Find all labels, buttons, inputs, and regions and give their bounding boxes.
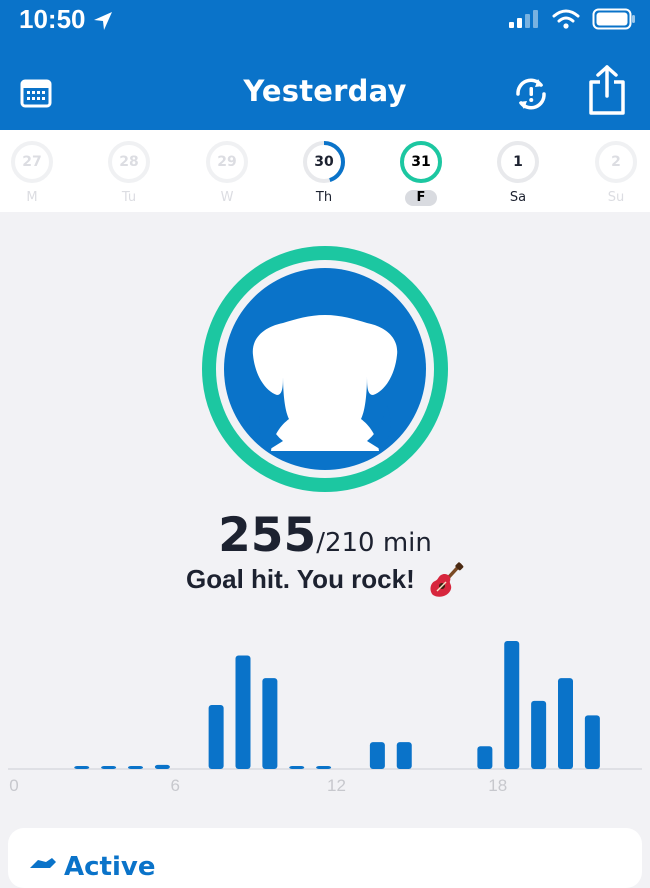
day-28[interactable]: 28 Tu [105, 140, 153, 206]
day-29[interactable]: 29 W [203, 140, 251, 206]
day-number: 28 [119, 154, 139, 170]
day-label: W [220, 190, 234, 205]
chart-bar [262, 678, 278, 769]
day-label: Tu [121, 190, 137, 205]
chart-bar [558, 678, 573, 769]
clock-text: 10:50 [19, 4, 86, 34]
day-label: Sa [509, 190, 527, 205]
activity-bar-chart: 0 6 12 18 [8, 641, 642, 795]
day-progress-ring: 30 [302, 140, 346, 184]
chart-bar [477, 746, 493, 769]
goal-progress-ring [201, 245, 449, 493]
status-icons [508, 8, 636, 30]
x-tick-label: 0 [9, 776, 18, 795]
chart-bar [128, 766, 143, 769]
day-progress-ring: 29 [205, 140, 249, 184]
app-header: 10:50 Yesterday [0, 0, 650, 130]
goal-message: Goal hit. You rock! [0, 562, 650, 600]
day-30[interactable]: 30 Th [300, 140, 348, 206]
chart-bar [504, 641, 520, 769]
day-label: Th [315, 190, 333, 205]
location-arrow-icon [93, 12, 112, 31]
chart-bar [208, 705, 224, 769]
chart-bar [154, 764, 170, 769]
goal-message-text: Goal hit. You rock! [186, 563, 415, 594]
day-label: Su [607, 190, 625, 205]
day-number: 27 [22, 154, 42, 170]
day-number: 31 [411, 154, 431, 170]
day-label: M [26, 190, 38, 205]
x-tick-label: 12 [327, 776, 346, 795]
day-progress-ring: 1 [496, 140, 540, 184]
page-title: Yesterday [243, 74, 407, 108]
chart-bar [396, 742, 412, 769]
active-section-card[interactable]: Active [8, 828, 642, 888]
day-27[interactable]: 27 M [8, 140, 56, 206]
running-dog-icon [30, 858, 56, 868]
status-bar-time: 10:50 [19, 4, 114, 35]
day-number: 2 [611, 154, 621, 170]
chart-bar [235, 655, 251, 769]
day-progress-ring: 31 [399, 140, 443, 184]
goal-minutes: /210 min [316, 528, 432, 558]
sync-button[interactable] [510, 74, 552, 114]
share-icon [589, 65, 625, 115]
day-progress-ring: 28 [107, 140, 151, 184]
chart-bar [316, 766, 332, 769]
chart-bar [369, 742, 385, 769]
battery-icon [592, 8, 635, 30]
chart-bar [289, 766, 305, 769]
day-label: F [404, 190, 438, 206]
day-number: 29 [217, 154, 237, 170]
day-number: 1 [513, 154, 523, 170]
day-31[interactable]: 31 F [397, 140, 445, 206]
x-tick-label: 18 [488, 776, 507, 795]
x-tick-label: 6 [171, 776, 180, 795]
day-number: 30 [314, 154, 334, 170]
chart-bar [101, 766, 117, 769]
day-1[interactable]: 1 Sa [494, 140, 542, 206]
chart-bar [74, 766, 90, 769]
wifi-icon [552, 9, 580, 29]
cellular-signal-icon [509, 10, 538, 28]
activity-total: 255/210 min [0, 508, 650, 563]
share-button[interactable] [586, 64, 628, 116]
day-progress-ring: 27 [10, 140, 54, 184]
minutes-value: 255 [218, 508, 317, 563]
day-selector: 27 M 28 Tu 29 W 30 Th 31 F 1 Sa 2 Su [0, 130, 650, 212]
chart-bar [531, 700, 547, 769]
guitar-icon [430, 562, 464, 597]
day-2[interactable]: 2 Su [592, 140, 640, 206]
card-title: Active [64, 852, 156, 882]
sync-alert-icon [516, 78, 546, 110]
day-progress-ring: 2 [594, 140, 638, 184]
chart-bar [584, 715, 600, 769]
